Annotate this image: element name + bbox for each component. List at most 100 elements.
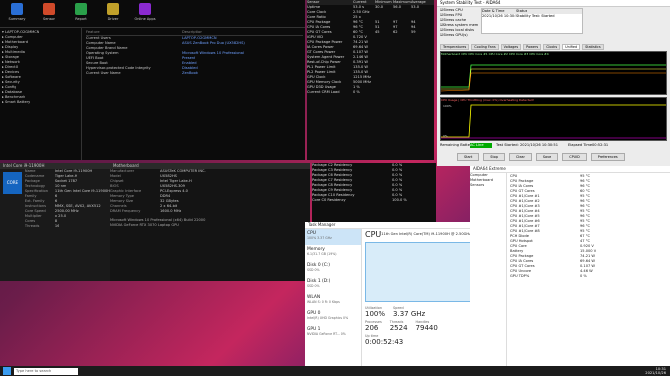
stab-button[interactable]: Save (535, 153, 559, 161)
start-icon[interactable] (3, 367, 11, 375)
toolbar-label: Driver (107, 17, 119, 21)
hw-tree-item[interactable]: Sensors (470, 183, 506, 188)
taskbar-date: 2021/10/26 (645, 371, 666, 375)
stability-test-window: System Stability Test - AIDA64 ☑ Stress … (437, 0, 670, 166)
sensor-row: Current CRM Load 0 % (307, 90, 434, 95)
battery-label: Remaining Battery: (440, 143, 470, 147)
toolbar-label: Summary (8, 17, 26, 21)
toolbar-button-4[interactable]: Online Apps (132, 3, 158, 24)
perf-item-2[interactable]: Disk 0 (C:) SSD 0% (305, 261, 361, 277)
perf-item-3[interactable]: Disk 1 (D:) SSD 0% (305, 277, 361, 293)
stab-status-box: Date & TimeStatus 2021/10/26 10:30:51Sta… (481, 8, 583, 34)
taskbar-clock[interactable]: 10:31 2021/10/26 (645, 367, 666, 375)
status-value: Stability Test: Started (516, 14, 555, 18)
aida-toolbar: Summary Sensor Report Driver Online Apps (0, 0, 305, 28)
stab-tab[interactable]: Statistics (582, 44, 604, 50)
tree-item[interactable]: ▸ Smart Battery (2, 100, 79, 105)
test-started-value: 2021/10/26 10:30:51 (520, 143, 558, 147)
perf-item-5[interactable]: GPU 0 Intel(R) UHD Graphics 0% (305, 309, 361, 325)
perf-item-0[interactable]: CPU 100% 3.37 GHz (305, 229, 361, 245)
toolbar-icon-1 (43, 3, 55, 15)
perf-item-sub: NVIDIA GeForce RT... 0% (307, 332, 346, 336)
hwinfo-title: AIDA64 Extreme (470, 166, 670, 173)
stab-titlebar: System Stability Test - AIDA64 (437, 0, 670, 7)
stab-tab[interactable]: Voltages (500, 44, 522, 50)
tree-item-label: ▸ Smart Battery (2, 100, 31, 104)
detail-value: ZenBook (182, 71, 198, 75)
sensor-cell: 0 % (353, 90, 360, 94)
sensor-cell (375, 90, 393, 95)
sensor-cell (393, 90, 411, 95)
perf-item-4[interactable]: WLAN WLAN S: 0 R: 0 Kbps (305, 293, 361, 309)
cpu-info-value: 16 (54, 224, 60, 228)
header-description: Description (182, 30, 203, 34)
toolbar-button-2[interactable]: Report (68, 3, 94, 24)
stab-tab[interactable]: Temperatures (440, 44, 470, 50)
perf-item-sub: SSD 0% (307, 268, 320, 272)
residency-row: Core C0 Residency 100.0 % (312, 198, 436, 203)
aida64-sensor-window: AIDA64 Extreme Computer Motherboard Sensor… (470, 166, 670, 366)
sensor-cell: Current CRM Load (307, 90, 340, 94)
task-manager-window: Task Manager CPU 100% 3.37 GHz Memory 6.1/3… (305, 222, 473, 366)
stab-tab[interactable]: Clocks (543, 44, 561, 50)
usage-top-label: 100% (443, 104, 452, 108)
toolbar-icon-3 (107, 3, 119, 15)
temperature-graph: Motherboard CPU CPU Core #1 CPU Core #2 … (440, 51, 667, 95)
toolbar-icon-0 (11, 3, 23, 15)
cpu-info-window: Intel Core i9-11900H CORE Name Intel Core… (0, 163, 110, 281)
toolbar-button-3[interactable]: Driver (100, 3, 126, 24)
stab-tab[interactable]: Powers (523, 44, 542, 50)
hw-value: 0 % (580, 274, 587, 278)
thr-value: 2524 (389, 324, 408, 332)
stab-tab[interactable]: Unified (562, 44, 581, 50)
toolbar-button-0[interactable]: Summary (4, 3, 30, 24)
taskbar-search-input[interactable]: Type here to search (14, 367, 78, 375)
cpu-utilization-graph (365, 242, 471, 302)
proc-value: 206 (365, 324, 379, 332)
perf-item-sub: 100% 3.37 GHz (307, 236, 332, 240)
toolbar-label: Sensor (43, 17, 55, 21)
detail-feature: Current User Name (86, 71, 121, 75)
perf-item-1[interactable]: Memory 6.1/31.7 GB (19%) (305, 245, 361, 261)
intel-core-logo: CORE (3, 172, 22, 194)
stab-button[interactable]: Preferences (590, 153, 625, 161)
stab-button[interactable]: CPUID (562, 153, 587, 161)
stab-tab[interactable]: Cooling Fans (471, 44, 499, 50)
hw-label: GPU TDP% (510, 274, 530, 278)
cpu-model: 11th Gen Intel(R) Core(TM) i9-11900H @ 2… (381, 232, 471, 236)
taskmgr-sidebar: CPU 100% 3.37 GHz Memory 6.1/31.7 GB (19%) D… (305, 229, 362, 366)
toolbar-label: Report (75, 17, 87, 21)
cpu-stats: Utilization 100% Speed 3.37 GHz (365, 306, 471, 318)
stab-buttons: Start Stop Clear Save CPUID Preferences (457, 153, 625, 161)
toolbar-icon-2 (75, 3, 87, 15)
stress-option-label: Stress GPU(s) (443, 33, 468, 37)
stab-button[interactable]: Stop (483, 153, 506, 161)
toolbar-button-1[interactable]: Sensor (36, 3, 62, 24)
stress-option[interactable]: ☑ Stress GPU(s) (440, 33, 478, 38)
hwinfo-tree: Computer Motherboard Sensors (470, 173, 507, 366)
hwinfo-rows: CPU 95 °C CPU Package 96 °C CPU IA Cores 96 °… (510, 174, 666, 279)
sensor-window: Sensor Current Minimum Maximum Average Uptim… (307, 0, 434, 160)
perf-item-sub: WLAN S: 0 R: 0 Kbps (307, 300, 340, 304)
date-value: 2021/10/26 10:30:51 (482, 14, 516, 18)
taskmgr-title: Task Manager (305, 222, 473, 229)
usage-bottom-label: 0% (443, 134, 448, 138)
cpu-info-row: Threads 16 (25, 224, 110, 229)
stab-button[interactable]: Clear (509, 153, 532, 161)
mobo-value: 1600.0 MHz (160, 209, 182, 213)
residency-label: Core C0 Residency (312, 198, 346, 202)
taskmgr-cpu-panel: CPU 11th Gen Intel(R) Core(TM) i9-11900H… (365, 230, 471, 366)
cpu-usage-graph: CPU Usage | CPU Throttling (max: 0%) Ove… (440, 97, 667, 141)
toolbar-label: Online Apps (134, 17, 156, 21)
stab-info-row: Remaining Battery: AC Line Test Started:… (440, 143, 667, 148)
util-value: 100% (365, 310, 386, 318)
cpu-info-value: 11th Gen Intel Core i9-11900H (54, 189, 110, 193)
mobo-row: DRAM Frequency 1600.0 MHz (110, 209, 310, 214)
hw-row: GPU TDP% 0 % (510, 274, 666, 279)
stab-button[interactable]: Start (457, 153, 480, 161)
cpu-usage-graph-lines (441, 104, 666, 139)
motherboard-window: Motherboard Manufacturer ASUSTeK COMPUTER… (110, 163, 310, 281)
header-feature: Feature (86, 30, 100, 34)
cpu-stats-2: Processes 206 Threads 2524 Handles 79440 (365, 320, 471, 332)
perf-item-6[interactable]: GPU 1 NVIDIA GeForce RT... 0% (305, 325, 361, 341)
